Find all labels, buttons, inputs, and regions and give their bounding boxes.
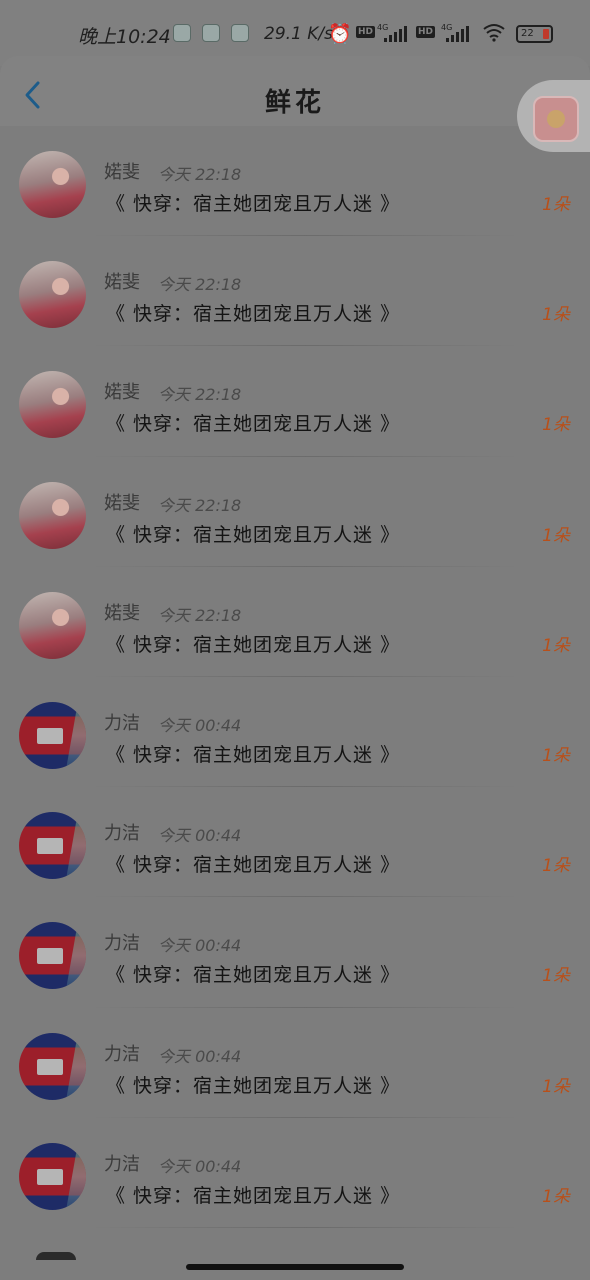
app-notification-icon bbox=[202, 24, 220, 42]
list-item[interactable]: 力洁 今天 00:44 《 快穿：宿主她团宠且万人迷 》 1朵 bbox=[0, 787, 590, 898]
gift-time: 今天 22:18 bbox=[158, 385, 242, 405]
flower-count: 1朵 bbox=[542, 966, 570, 987]
avatar[interactable] bbox=[19, 151, 86, 218]
book-title: 《 快穿：宿主她团宠且万人迷 》 bbox=[106, 1074, 401, 1097]
list-item[interactable]: 婼斐 今天 22:18 《 快穿：宿主她团宠且万人迷 》 1朵 bbox=[0, 346, 590, 457]
user-name: 力洁 bbox=[104, 823, 140, 845]
alarm-icon: ⏰ bbox=[328, 23, 352, 45]
avatar[interactable] bbox=[19, 371, 86, 439]
book-title: 《 快穿：宿主她团宠且万人迷 》 bbox=[106, 303, 401, 326]
avatar[interactable] bbox=[19, 481, 86, 549]
user-name: 力洁 bbox=[104, 1153, 140, 1175]
book-title: 《 快穿：宿主她团宠且万人迷 》 bbox=[106, 1184, 401, 1207]
gift-time: 今天 00:44 bbox=[158, 936, 242, 956]
flower-count: 1朵 bbox=[542, 305, 570, 326]
flower-count: 1朵 bbox=[542, 525, 570, 546]
avatar bbox=[36, 1252, 76, 1260]
gift-time: 今天 00:44 bbox=[158, 1046, 242, 1066]
book-title: 《 快穿：宿主她团宠且万人迷 》 bbox=[106, 964, 401, 987]
battery-level: 22 bbox=[521, 28, 534, 39]
user-name: 婼斐 bbox=[104, 162, 140, 183]
user-name: 婼斐 bbox=[104, 602, 140, 624]
list-item[interactable]: 力洁 今天 00:44 《 快穿：宿主她团宠且万人迷 》 1朵 bbox=[0, 1118, 590, 1229]
flower-list: 婼斐 今天 22:18 《 快穿：宿主她团宠且万人迷 》 1朵 婼斐 今天 22… bbox=[0, 126, 590, 1229]
avatar[interactable] bbox=[19, 812, 86, 880]
flower-count: 1朵 bbox=[542, 856, 570, 877]
list-item[interactable]: 婼斐 今天 22:18 《 快穿：宿主她团宠且万人迷 》 1朵 bbox=[0, 236, 590, 347]
gift-time: 今天 22:18 bbox=[158, 275, 242, 295]
gift-time: 今天 22:18 bbox=[158, 495, 242, 515]
user-name: 力洁 bbox=[104, 712, 140, 734]
flower-count: 1朵 bbox=[542, 1076, 570, 1097]
book-title: 《 快穿：宿主她团宠且万人迷 》 bbox=[106, 854, 401, 877]
status-app-icons bbox=[173, 24, 249, 42]
book-title: 《 快穿：宿主她团宠且万人迷 》 bbox=[106, 523, 401, 546]
book-title: 《 快穿：宿主她团宠且万人迷 》 bbox=[106, 743, 401, 766]
avatar[interactable] bbox=[19, 1142, 86, 1210]
list-item[interactable]: 力洁 今天 00:44 《 快穿：宿主她团宠且万人迷 》 1朵 bbox=[0, 1008, 590, 1118]
list-item[interactable]: 婼斐 今天 22:18 《 快穿：宿主她团宠且万人迷 》 1朵 bbox=[0, 567, 590, 678]
flower-count: 1朵 bbox=[542, 635, 570, 656]
page-title: 鲜花 bbox=[264, 88, 325, 118]
flower-count: 1朵 bbox=[542, 745, 570, 766]
list-item[interactable]: 婼斐 今天 22:18 《 快穿：宿主她团宠且万人迷 》 1朵 bbox=[0, 457, 590, 567]
list-item[interactable]: 婼斐 今天 22:18 《 快穿：宿主她团宠且万人迷 》 1朵 bbox=[0, 126, 590, 237]
book-title: 《 快穿：宿主她团宠且万人迷 》 bbox=[106, 633, 401, 656]
flower-count: 1朵 bbox=[542, 195, 570, 215]
hd-badge: HD bbox=[356, 26, 376, 38]
hd-badge: HD bbox=[416, 26, 436, 38]
signal-icon bbox=[446, 26, 469, 42]
flower-count: 1朵 bbox=[542, 1186, 570, 1207]
status-time: 晚上10:24 bbox=[78, 26, 171, 48]
signal-icon bbox=[384, 26, 407, 42]
home-indicator[interactable] bbox=[186, 1264, 404, 1270]
avatar[interactable] bbox=[19, 701, 86, 769]
user-name: 婼斐 bbox=[104, 492, 140, 514]
user-name: 婼斐 bbox=[104, 382, 140, 404]
book-title: 《 快穿：宿主她团宠且万人迷 》 bbox=[106, 413, 401, 436]
network-speed: 29.1 K/s bbox=[264, 24, 333, 44]
app-notification-icon bbox=[231, 24, 249, 42]
list-item[interactable]: 力洁 今天 00:44 《 快穿：宿主她团宠且万人迷 》 1朵 bbox=[0, 897, 590, 1008]
gift-time: 今天 00:44 bbox=[158, 826, 242, 846]
wifi-icon bbox=[482, 22, 506, 47]
user-name: 婼斐 bbox=[104, 272, 140, 294]
gift-time: 今天 22:18 bbox=[158, 165, 242, 184]
avatar[interactable] bbox=[19, 261, 86, 329]
flower-count: 1朵 bbox=[542, 415, 570, 436]
avatar[interactable] bbox=[19, 1032, 86, 1100]
gift-time: 今天 22:18 bbox=[158, 605, 242, 625]
gift-time: 今天 00:44 bbox=[158, 715, 242, 735]
gift-time: 今天 00:44 bbox=[158, 1156, 242, 1176]
nav-header: 鲜花 bbox=[0, 56, 590, 126]
app-notification-icon bbox=[173, 24, 191, 42]
user-name: 力洁 bbox=[104, 1043, 140, 1065]
book-title: 《 快穿：宿主她团宠且万人迷 》 bbox=[106, 193, 401, 215]
avatar[interactable] bbox=[19, 922, 86, 990]
battery-icon: 22 bbox=[516, 25, 553, 43]
list-item[interactable]: 力洁 今天 00:44 《 快穿：宿主她团宠且万人迷 》 1朵 bbox=[0, 677, 590, 788]
user-name: 力洁 bbox=[104, 933, 140, 955]
avatar[interactable] bbox=[19, 591, 86, 659]
